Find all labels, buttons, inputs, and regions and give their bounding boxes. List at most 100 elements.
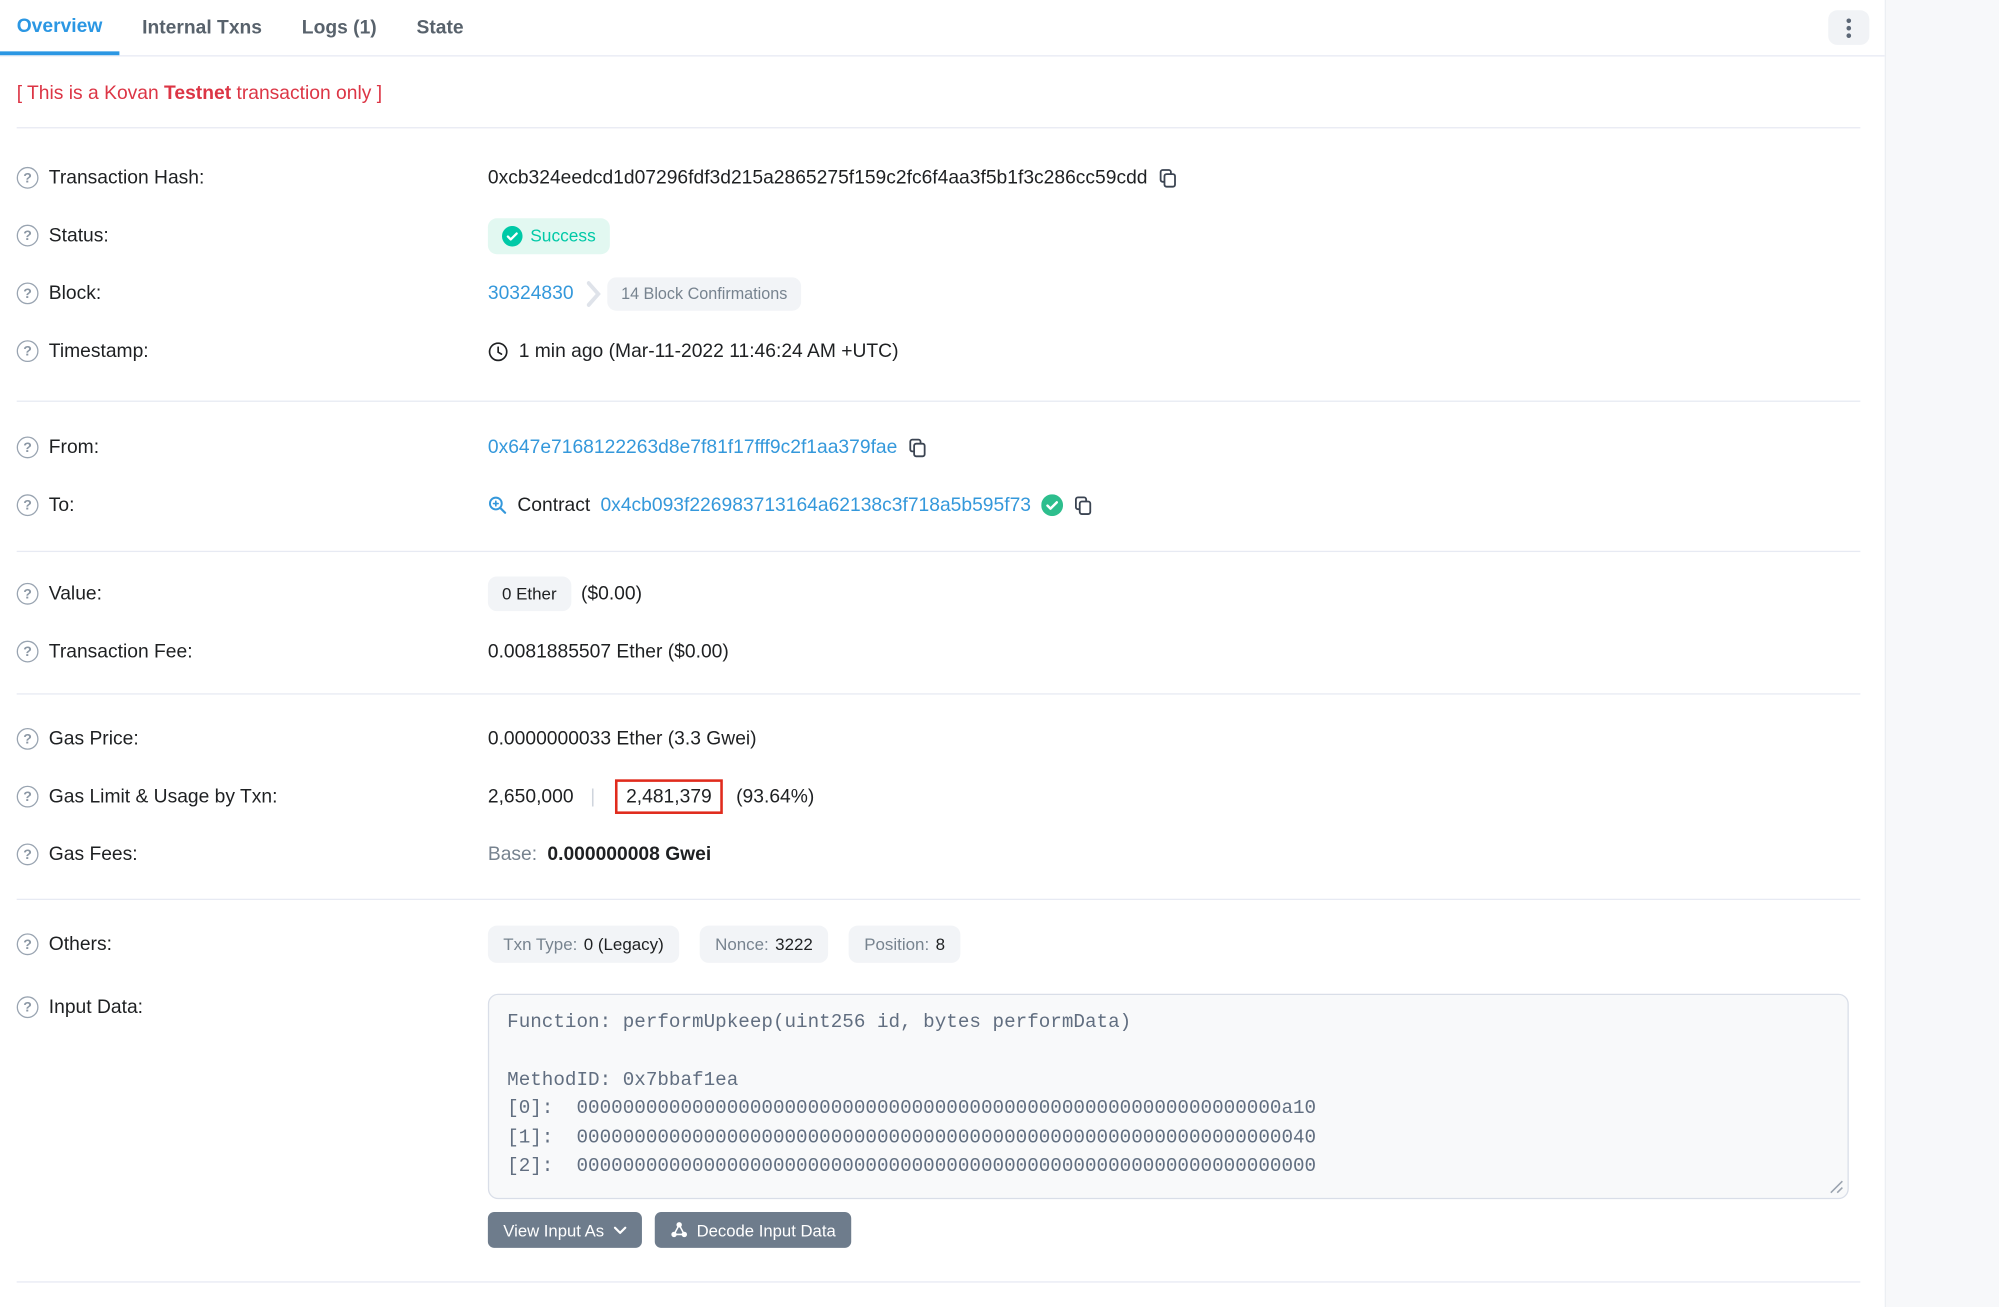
row-status: ? Status: Success (0, 207, 1885, 265)
gas-limit-label: Gas Limit & Usage by Txn: (49, 786, 278, 808)
gas-price-label: Gas Price: (49, 728, 139, 750)
transaction-fee-value: 0.0081885507 Ether ($0.00) (488, 641, 729, 663)
from-label: From: (49, 437, 99, 459)
decode-button-label: Decode Input Data (697, 1220, 836, 1239)
note-prefix: [ This is a Kovan (17, 82, 164, 104)
section-summary: ? Transaction Hash: 0xcb324eedcd1d07296f… (0, 128, 1885, 400)
base-fee-label: Base: (488, 844, 537, 866)
tab-state[interactable]: State (400, 0, 480, 55)
row-to: ? To: Contract 0x4cb093f226983713164a621… (0, 476, 1885, 534)
overview-panel: Overview Internal Txns Logs (1) State [ … (0, 0, 1885, 1307)
ether-value-badge: 0 Ether (488, 576, 571, 611)
note-suffix: transaction only ] (231, 82, 382, 104)
row-gas-limit: ? Gas Limit & Usage by Txn: 2,650,000 | … (0, 768, 1885, 826)
row-input-data: ? Input Data: Function: performUpkeep(ui… (0, 973, 1885, 1248)
verified-check-icon (1041, 494, 1063, 516)
transaction-fee-label: Transaction Fee: (49, 641, 193, 663)
row-block: ? Block: 30324830 14 Block Confirmations (0, 264, 1885, 322)
status-badge: Success (488, 218, 610, 254)
help-icon[interactable]: ? (17, 340, 39, 362)
copy-icon[interactable] (1073, 495, 1092, 516)
row-from: ? From: 0x647e7168122263d8e7f81f17fff9c2… (0, 419, 1885, 477)
section-value: ? Value: 0 Ether ($0.00) ? Transaction F… (0, 552, 1885, 693)
position-badge: Position:8 (849, 926, 961, 963)
view-input-as-button[interactable]: View Input As (488, 1212, 641, 1248)
row-timestamp: ? Timestamp: 1 min ago (Mar-11-2022 11:4… (0, 322, 1885, 380)
section-addresses: ? From: 0x647e7168122263d8e7f81f17fff9c2… (0, 402, 1885, 551)
txn-type-key: Txn Type: (503, 935, 577, 954)
from-address-link[interactable]: 0x647e7168122263d8e7f81f17fff9c2f1aa379f… (488, 437, 897, 459)
check-circle-icon (502, 225, 523, 246)
input-data-textarea[interactable]: Function: performUpkeep(uint256 id, byte… (488, 994, 1849, 1199)
block-confirmations-badge: 14 Block Confirmations (607, 277, 802, 310)
txn-type-value: 0 (Legacy) (584, 935, 664, 954)
gas-used-percent: (93.64%) (736, 786, 814, 808)
block-number-link[interactable]: 30324830 (488, 282, 574, 304)
txn-type-badge: Txn Type: 0 (Legacy) (488, 926, 679, 963)
decode-input-data-button[interactable]: Decode Input Data (654, 1212, 851, 1248)
tab-internal-txns[interactable]: Internal Txns (125, 0, 278, 55)
help-icon[interactable]: ? (17, 437, 39, 459)
gas-fees-label: Gas Fees: (49, 844, 138, 866)
gas-price-value: 0.0000000033 Ether (3.3 Gwei) (488, 728, 757, 750)
help-icon[interactable]: ? (17, 641, 39, 663)
copy-icon[interactable] (1158, 168, 1177, 189)
page-gutter (1885, 0, 1999, 1307)
input-data-content: Function: performUpkeep(uint256 id, byte… (507, 1009, 1829, 1182)
base-fee-value: 0.000000008 Gwei (547, 844, 711, 866)
transaction-hash-value: 0xcb324eedcd1d07296fdf3d215a2865275f159c… (488, 167, 1148, 189)
more-options-button[interactable] (1828, 10, 1869, 45)
nonce-badge: Nonce:3222 (700, 926, 829, 963)
help-icon[interactable]: ? (17, 786, 39, 808)
help-icon[interactable]: ? (17, 933, 39, 955)
section-gas: ? Gas Price: 0.0000000033 Ether (3.3 Gwe… (0, 695, 1885, 899)
note-bold: Testnet (164, 82, 231, 104)
gas-used-value: 2,481,379 (626, 786, 712, 808)
chevron-right-icon (586, 279, 600, 307)
help-icon[interactable]: ? (17, 583, 39, 605)
block-label: Block: (49, 282, 101, 304)
tab-overview[interactable]: Overview (0, 0, 119, 55)
row-gas-price: ? Gas Price: 0.0000000033 Ether (3.3 Gwe… (0, 710, 1885, 768)
status-text: Success (530, 226, 596, 245)
to-address-link[interactable]: 0x4cb093f226983713164a62138c3f718a5b595f… (600, 494, 1031, 516)
divider (17, 1281, 1861, 1282)
testnet-note: [ This is a Kovan Testnet transaction on… (0, 56, 1885, 127)
transaction-page: Overview Internal Txns Logs (1) State [ … (0, 0, 1999, 1307)
input-data-label: Input Data: (49, 996, 143, 1018)
tab-bar: Overview Internal Txns Logs (1) State (0, 0, 1885, 56)
chevron-down-icon (613, 1225, 626, 1234)
copy-icon[interactable] (908, 437, 927, 458)
transaction-hash-label: Transaction Hash: (49, 167, 205, 189)
usd-value: ($0.00) (581, 583, 642, 605)
nonce-key: Nonce: (715, 935, 769, 954)
resize-handle[interactable] (1830, 1180, 1844, 1194)
help-icon[interactable]: ? (17, 494, 39, 516)
separator: | (590, 786, 595, 808)
kebab-icon (1846, 17, 1851, 38)
gas-limit-value: 2,650,000 (488, 786, 574, 808)
to-label: To: (49, 494, 75, 516)
status-label: Status: (49, 225, 109, 247)
to-contract-text: Contract (517, 494, 590, 516)
help-icon[interactable]: ? (17, 282, 39, 304)
help-icon[interactable]: ? (17, 167, 39, 189)
clock-icon (488, 341, 509, 362)
gas-used-highlight-box: 2,481,379 (615, 779, 724, 814)
row-transaction-hash: ? Transaction Hash: 0xcb324eedcd1d07296f… (0, 149, 1885, 207)
help-icon[interactable]: ? (17, 728, 39, 750)
help-icon[interactable]: ? (17, 996, 39, 1018)
view-input-as-label: View Input As (503, 1220, 604, 1239)
decode-icon (670, 1221, 688, 1239)
input-data-actions: View Input As Decode Input Data (488, 1212, 1849, 1248)
help-icon[interactable]: ? (17, 225, 39, 247)
row-others: ? Others: Txn Type: 0 (Legacy) Nonce:3222… (0, 915, 1885, 973)
help-icon[interactable]: ? (17, 844, 39, 866)
row-value: ? Value: 0 Ether ($0.00) (0, 565, 1885, 623)
position-key: Position: (864, 935, 929, 954)
value-label: Value: (49, 583, 102, 605)
others-label: Others: (49, 933, 112, 955)
tab-logs[interactable]: Logs (1) (285, 0, 393, 55)
section-others: ? Others: Txn Type: 0 (Legacy) Nonce:3222… (0, 900, 1885, 1281)
magnifier-plus-icon[interactable] (488, 496, 507, 515)
